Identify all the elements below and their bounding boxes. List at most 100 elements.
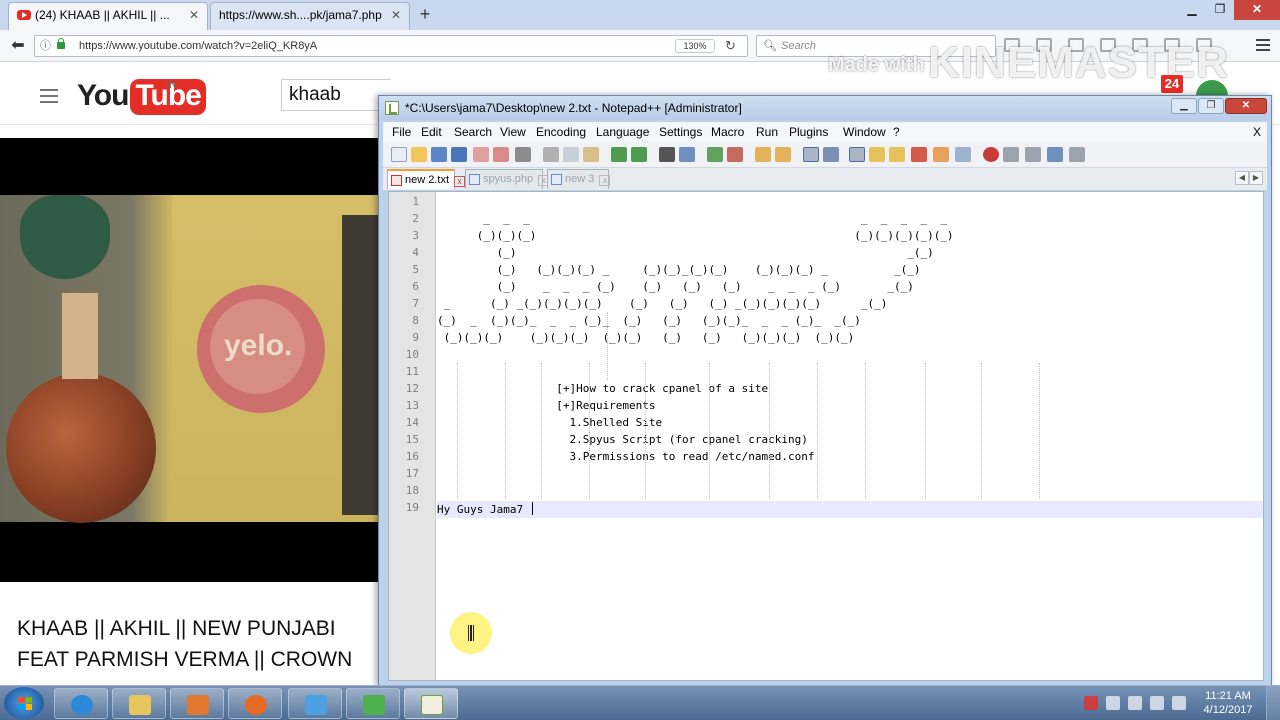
- reload-icon[interactable]: ↻: [725, 36, 736, 56]
- guide-menu-icon[interactable]: [40, 89, 58, 103]
- open-file-icon[interactable]: [411, 147, 427, 162]
- close-tab-icon[interactable]: x: [599, 175, 611, 186]
- notepad-window: *C:\Users\jama7\Desktop\new 2.txt - Note…: [378, 95, 1272, 687]
- zoom-out-icon[interactable]: [727, 147, 743, 162]
- line-number: 3: [412, 229, 419, 242]
- youtube-logo-you: You: [77, 79, 129, 112]
- line-number: 5: [412, 263, 419, 276]
- menu-help[interactable]: ?: [893, 122, 900, 142]
- sync-horizontal-icon[interactable]: [775, 147, 791, 162]
- word-wrap-icon[interactable]: [803, 147, 819, 162]
- pot-neck: [62, 293, 98, 379]
- menu-file[interactable]: File: [392, 122, 411, 142]
- run-macro-multiple-icon[interactable]: [1047, 147, 1063, 162]
- menu-macro[interactable]: Macro: [711, 122, 744, 142]
- close-file-icon[interactable]: [473, 147, 489, 162]
- zoom-in-icon[interactable]: [707, 147, 723, 162]
- file-tab-new-3[interactable]: new 3 x: [547, 169, 611, 189]
- tab-scroll-left-icon[interactable]: ◀: [1235, 171, 1249, 185]
- menu-search[interactable]: Search: [454, 122, 492, 142]
- taskbar-app-green[interactable]: [346, 688, 400, 719]
- code-line: _ _ _ _ _ _ _ _: [437, 212, 947, 225]
- menu-run[interactable]: Run: [756, 122, 778, 142]
- close-window-icon[interactable]: ✕: [1234, 0, 1280, 20]
- menu-window[interactable]: Window: [843, 122, 886, 142]
- doc-map-icon[interactable]: [889, 147, 905, 162]
- menu-settings[interactable]: Settings: [659, 122, 702, 142]
- lang-define-icon[interactable]: [869, 147, 885, 162]
- monitoring-icon[interactable]: [955, 147, 971, 162]
- code-line: [+]Requirements: [437, 399, 656, 412]
- close-tab-icon[interactable]: x: [454, 176, 466, 187]
- show-desktop-button[interactable]: [1266, 686, 1280, 720]
- redo-icon[interactable]: [631, 147, 647, 162]
- start-button[interactable]: [4, 687, 44, 719]
- show-all-chars-icon[interactable]: [823, 147, 839, 162]
- action-center-icon[interactable]: [1106, 696, 1120, 710]
- save-icon[interactable]: [431, 147, 447, 162]
- indent-guide-icon[interactable]: [849, 147, 865, 162]
- youtube-logo[interactable]: You Tube IN: [77, 79, 206, 115]
- video-player[interactable]: yelo.: [0, 138, 378, 582]
- print-icon[interactable]: [515, 147, 531, 162]
- taskbar-notepadpp[interactable]: [404, 688, 458, 719]
- close-tab-icon[interactable]: ✕: [189, 3, 199, 27]
- address-bar[interactable]: ⓘ https://www.youtube.com/watch?v=2eliQ_…: [34, 35, 748, 57]
- close-document-icon[interactable]: X: [1253, 122, 1261, 142]
- taskbar-firefox[interactable]: [228, 688, 282, 719]
- line-number-gutter: 1 2 3 4 5 6 7 8 9 10 11 12 13 14 15 16 17 18 19: [389, 192, 436, 680]
- file-tab-spyus[interactable]: spyus.php x: [465, 169, 550, 189]
- copy-icon[interactable]: [563, 147, 579, 162]
- record-macro-icon[interactable]: [983, 147, 999, 162]
- file-tab-new-2[interactable]: new 2.txt x: [387, 169, 466, 189]
- play-macro-icon[interactable]: [1025, 147, 1041, 162]
- close-window-icon[interactable]: ✕: [1225, 98, 1267, 114]
- text-editor[interactable]: 1 2 3 4 5 6 7 8 9 10 11 12 13 14 15 16 17 18 19 _ _ _ _ _ …: [388, 191, 1264, 681]
- taskbar-snip[interactable]: [288, 688, 342, 719]
- info-icon[interactable]: ⓘ: [40, 36, 51, 56]
- taskbar-explorer[interactable]: [112, 688, 166, 719]
- save-macro-icon[interactable]: [1069, 147, 1085, 162]
- sync-vertical-icon[interactable]: [755, 147, 771, 162]
- browser-tab-youtube[interactable]: (24) KHAAB || AKHIL || ... ✕: [8, 2, 208, 30]
- new-tab-button[interactable]: +: [414, 4, 436, 24]
- browser-tab-jama7[interactable]: https://www.sh....pk/jama7.php ✕: [210, 2, 410, 30]
- cut-icon[interactable]: [543, 147, 559, 162]
- browser-menu-icon[interactable]: [1256, 39, 1270, 51]
- youtube-search-input[interactable]: khaab: [281, 79, 391, 111]
- zoom-indicator[interactable]: 130%: [675, 39, 715, 53]
- paste-icon[interactable]: [583, 147, 599, 162]
- taskbar-media[interactable]: [170, 688, 224, 719]
- network-icon[interactable]: [1150, 696, 1164, 710]
- minimize-icon[interactable]: ▁: [1178, 0, 1206, 20]
- maximize-icon[interactable]: ❐: [1198, 98, 1224, 114]
- menu-edit[interactable]: Edit: [421, 122, 442, 142]
- folder-workspace-icon[interactable]: [933, 147, 949, 162]
- save-all-icon[interactable]: [451, 147, 467, 162]
- line-number: 8: [412, 314, 419, 327]
- line-number: 16: [405, 450, 419, 463]
- minimize-icon[interactable]: ▁: [1171, 98, 1197, 114]
- maximize-icon[interactable]: ❐: [1206, 0, 1234, 20]
- menu-encoding[interactable]: Encoding: [536, 122, 586, 142]
- taskbar-ie[interactable]: [54, 688, 108, 719]
- back-arrow-icon[interactable]: ⬅: [6, 35, 30, 57]
- close-tab-icon[interactable]: ✕: [391, 3, 401, 27]
- notification-badge[interactable]: 24: [1161, 75, 1183, 93]
- tab-scroll-right-icon[interactable]: ▶: [1249, 171, 1263, 185]
- menu-language[interactable]: Language: [596, 122, 649, 142]
- find-icon[interactable]: [659, 147, 675, 162]
- undo-icon[interactable]: [611, 147, 627, 162]
- menu-plugins[interactable]: Plugins: [789, 122, 828, 142]
- function-list-icon[interactable]: [911, 147, 927, 162]
- stop-macro-icon[interactable]: [1003, 147, 1019, 162]
- record-icon[interactable]: [1084, 696, 1098, 710]
- close-all-icon[interactable]: [493, 147, 509, 162]
- battery-icon[interactable]: [1172, 696, 1186, 710]
- clock[interactable]: 11:21 AM 4/12/2017: [1198, 689, 1258, 717]
- menu-view[interactable]: View: [500, 122, 526, 142]
- new-file-icon[interactable]: [391, 147, 407, 162]
- replace-icon[interactable]: [679, 147, 695, 162]
- internet-explorer-icon: [71, 695, 93, 715]
- volume-icon[interactable]: [1128, 696, 1142, 710]
